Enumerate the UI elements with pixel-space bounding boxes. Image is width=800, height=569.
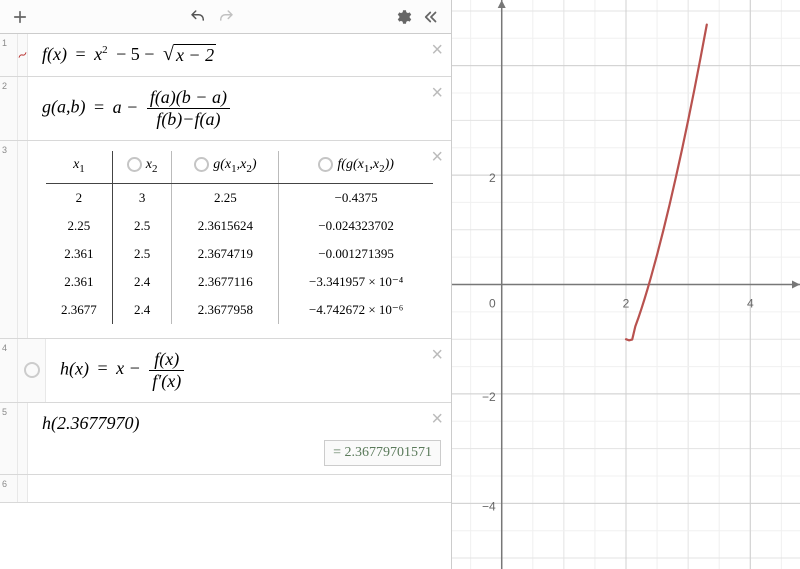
table-cell[interactable]: 2.4 [112,268,172,296]
table-header-fg[interactable]: f(g(x1,x2)) [279,151,433,183]
table-header-x2[interactable]: x2 [112,151,172,183]
table-cell[interactable]: 2.3677116 [172,268,279,296]
svg-text:−4: −4 [482,500,496,514]
graph-panel[interactable]: 0 2 4 2 −2 −4 [452,0,800,569]
row-color-circle[interactable] [24,362,40,378]
table-header-x1[interactable]: x1 [46,151,112,183]
table-cell[interactable]: 2.3615624 [172,212,279,240]
toolbar [0,0,451,34]
table-cell[interactable]: 2.361 [46,240,112,268]
table-cell[interactable]: 2.3677 [46,296,112,324]
data-table[interactable]: x1 x2 g(x1,x2) f(g(x1,x2)) 232.25−0.4375… [46,151,433,324]
svg-text:2: 2 [489,171,496,185]
undo-button[interactable] [184,3,212,31]
svg-text:−2: −2 [482,390,496,404]
table-row[interactable]: 2.36772.42.3677958−4.742672 × 10⁻⁶ [46,296,433,324]
expression-row-3-table[interactable]: 3 × x1 x2 g(x1,x2) f(g(x1,x2)) [0,141,451,339]
svg-text:4: 4 [747,296,754,310]
table-cell[interactable]: −0.024323702 [279,212,433,240]
table-cell[interactable]: 2.361 [46,268,112,296]
row-index: 5 [0,403,18,474]
expression-row-4[interactable]: 4 × h(x) = x − f(x) f′(x) [0,339,451,403]
table-cell[interactable]: −0.001271395 [279,240,433,268]
table-cell[interactable]: 2 [46,183,112,212]
table-cell[interactable]: 2.25 [46,212,112,240]
table-row[interactable]: 232.25−0.4375 [46,183,433,212]
expression-content[interactable]: g(a,b) = a − f(a)(b − a) f(b)−f(a) [42,87,230,130]
collapse-panel-button[interactable] [417,3,445,31]
table-row[interactable]: 2.3612.52.3674719−0.001271395 [46,240,433,268]
expression-list: 1 × f(x) = x2 − 5 − √x − 2 [0,34,451,569]
table-row[interactable]: 2.252.52.3615624−0.024323702 [46,212,433,240]
expression-content[interactable]: h(x) = x − f(x) f′(x) [60,349,184,392]
table-cell[interactable]: 2.3677958 [172,296,279,324]
evaluation-result: = 2.36779701571 [324,440,441,466]
row-index: 1 [0,34,18,76]
table-cell[interactable]: 2.5 [112,240,172,268]
table-cell[interactable]: 2.3674719 [172,240,279,268]
expression-row-1[interactable]: 1 × f(x) = x2 − 5 − √x − 2 [0,34,451,77]
delete-row-button[interactable]: × [431,40,443,60]
expression-panel: 1 × f(x) = x2 − 5 − √x − 2 [0,0,452,569]
expression-row-2[interactable]: 2 × g(a,b) = a − f(a)(b − a) f(b)−f(a) [0,77,451,141]
svg-text:0: 0 [489,296,496,310]
table-cell[interactable]: −4.742672 × 10⁻⁶ [279,296,433,324]
redo-button[interactable] [212,3,240,31]
row-index: 4 [0,339,18,402]
app-root: 1 × f(x) = x2 − 5 − √x − 2 [0,0,800,569]
gear-icon [394,8,412,26]
expression-row-6-empty[interactable]: 6 [0,475,451,503]
settings-button[interactable] [389,3,417,31]
table-cell[interactable]: 2.25 [172,183,279,212]
delete-row-button[interactable]: × [431,83,443,103]
expression-content[interactable]: h(2.3677970) [42,413,140,434]
table-cell[interactable]: −3.341957 × 10⁻⁴ [279,268,433,296]
column-color-circle[interactable] [194,157,209,172]
table-cell[interactable]: 3 [112,183,172,212]
table-cell[interactable]: 2.4 [112,296,172,324]
row-index: 6 [0,475,18,502]
chevron-double-left-icon [422,8,440,26]
graph-canvas[interactable]: 0 2 4 2 −2 −4 [452,0,800,569]
function-color-icon[interactable] [18,44,27,66]
delete-row-button[interactable]: × [431,409,443,429]
table-cell[interactable]: 2.5 [112,212,172,240]
column-color-circle[interactable] [127,157,142,172]
delete-row-button[interactable]: × [431,147,443,167]
table-cell[interactable]: −0.4375 [279,183,433,212]
delete-row-button[interactable]: × [431,345,443,365]
add-expression-button[interactable] [6,3,34,31]
table-header-g[interactable]: g(x1,x2) [172,151,279,183]
row-index: 2 [0,77,18,140]
expression-content[interactable]: f(x) = x2 − 5 − √x − 2 [42,44,216,66]
column-color-circle[interactable] [318,157,333,172]
expression-row-5[interactable]: 5 × h(2.3677970) = 2.36779701571 [0,403,451,475]
svg-text:2: 2 [623,296,630,310]
table-row[interactable]: 2.3612.42.3677116−3.341957 × 10⁻⁴ [46,268,433,296]
row-index: 3 [0,141,18,338]
